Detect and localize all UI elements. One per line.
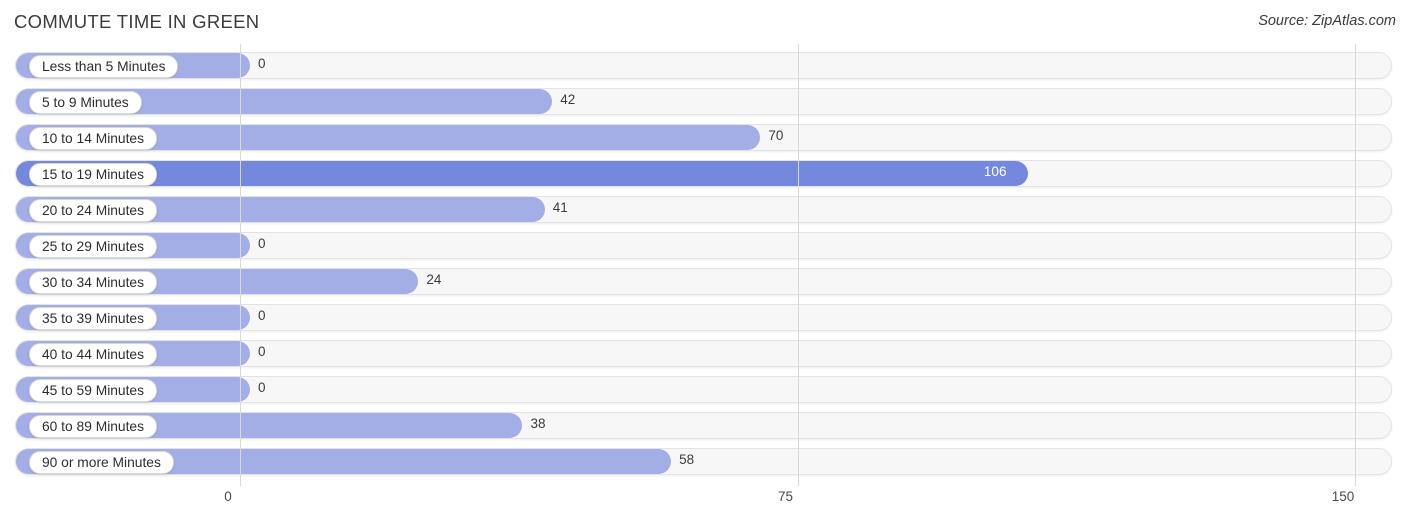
bar-value-label: 0 [258, 308, 266, 323]
category-label: 25 to 29 Minutes [29, 235, 158, 258]
bar-row[interactable]: 90 or more Minutes 58 [0, 448, 1406, 475]
x-axis-tick-label: 75 [777, 489, 794, 504]
bar-value-label: 38 [530, 416, 546, 431]
category-label: 35 to 39 Minutes [29, 307, 158, 330]
bar-value-label: 0 [258, 380, 266, 395]
bar-value-label: 42 [560, 92, 576, 107]
category-label: Less than 5 Minutes [29, 55, 179, 78]
category-label: 30 to 34 Minutes [29, 271, 158, 294]
bar-value-label: 58 [679, 452, 695, 467]
bar-value-label: 0 [258, 236, 266, 251]
bar-row[interactable]: 35 to 39 Minutes 0 [0, 304, 1406, 331]
chart-header: COMMUTE TIME IN GREEN Source: ZipAtlas.c… [0, 0, 1406, 44]
x-axis-tick-label: 0 [224, 489, 232, 504]
chart-plot-area: Less than 5 Minutes 0 5 to 9 Minutes 42 10 t… [0, 44, 1406, 486]
bar-row[interactable]: 10 to 14 Minutes 70 [0, 124, 1406, 151]
bar-row[interactable]: 20 to 24 Minutes 41 [0, 196, 1406, 223]
bar-value-label: 24 [426, 272, 442, 287]
page-title: COMMUTE TIME IN GREEN [14, 11, 260, 32]
x-axis: 0 75 150 [0, 484, 1406, 523]
category-label: 5 to 9 Minutes [29, 91, 142, 114]
bar-value-label-inside: 106 [983, 164, 1007, 179]
category-label: 90 or more Minutes [29, 451, 174, 474]
bar[interactable] [16, 161, 1028, 186]
source-attribution: Source: ZipAtlas.com [1258, 13, 1396, 29]
bar-row[interactable]: 60 to 89 Minutes 38 [0, 412, 1406, 439]
category-label: 40 to 44 Minutes [29, 343, 158, 366]
category-label: 15 to 19 Minutes [29, 163, 158, 186]
bar-row[interactable]: 45 to 59 Minutes 0 [0, 376, 1406, 403]
bar-row[interactable]: Less than 5 Minutes 0 [0, 52, 1406, 79]
bar-value-label: 0 [258, 56, 266, 71]
bar-row[interactable]: 25 to 29 Minutes 0 [0, 232, 1406, 259]
category-label: 20 to 24 Minutes [29, 199, 158, 222]
bar-value-label: 0 [258, 344, 266, 359]
bar-row[interactable]: 5 to 9 Minutes 42 [0, 88, 1406, 115]
bar-row[interactable]: 40 to 44 Minutes 0 [0, 340, 1406, 367]
category-label: 10 to 14 Minutes [29, 127, 158, 150]
category-label: 45 to 59 Minutes [29, 379, 158, 402]
bar-row[interactable]: 30 to 34 Minutes 24 [0, 268, 1406, 295]
bar-rows: Less than 5 Minutes 0 5 to 9 Minutes 42 10 t… [0, 52, 1406, 484]
bar-value-label: 70 [768, 128, 784, 143]
bar-row[interactable]: 15 to 19 Minutes 106 [0, 160, 1406, 187]
x-axis-tick-label: 150 [1331, 489, 1355, 504]
category-label: 60 to 89 Minutes [29, 415, 158, 438]
bar-value-label: 41 [552, 200, 568, 215]
